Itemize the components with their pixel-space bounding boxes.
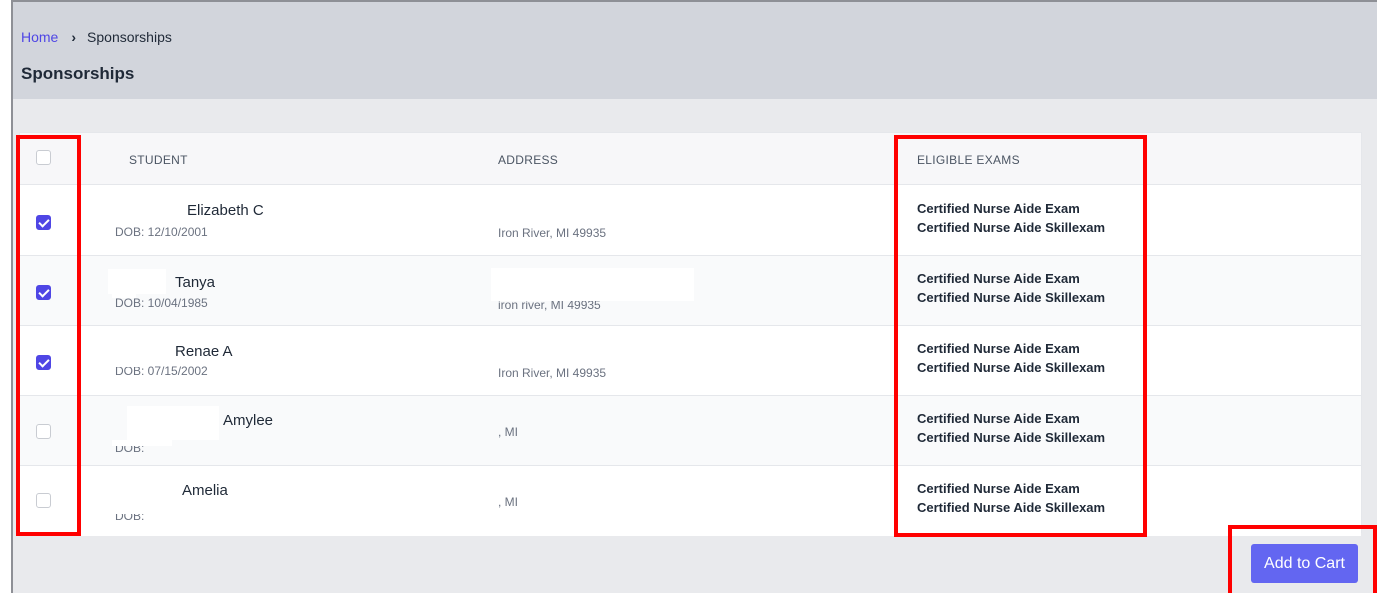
student-dob: DOB: 10/04/1985 bbox=[115, 296, 208, 310]
page-title: Sponsorships bbox=[21, 64, 135, 83]
redaction-overlay bbox=[112, 218, 146, 227]
redaction-overlay bbox=[495, 359, 645, 367]
column-header-address: ADDRESS bbox=[498, 153, 559, 167]
column-header-student: STUDENT bbox=[129, 153, 188, 167]
student-name: Renae A bbox=[175, 343, 233, 360]
student-address: Iron River, MI 49935 bbox=[498, 366, 607, 380]
table-row[interactable]: Renae A DOB: 07/15/2002 Iron River, MI 4… bbox=[20, 326, 1361, 396]
eligible-exam: Certified Nurse Aide Exam bbox=[917, 411, 1080, 426]
student-address: , MI bbox=[498, 425, 518, 439]
breadcrumb-home-link[interactable]: Home bbox=[21, 29, 58, 45]
eligible-exam: Certified Nurse Aide Skillexam bbox=[917, 220, 1106, 235]
breadcrumb: Home › Sponsorships bbox=[21, 29, 172, 45]
redaction-overlay bbox=[495, 219, 645, 226]
eligible-exam: Certified Nurse Aide Exam bbox=[917, 341, 1080, 356]
eligible-exam: Certified Nurse Aide Skillexam bbox=[917, 360, 1106, 375]
row-checkbox[interactable] bbox=[36, 215, 51, 230]
redaction-overlay bbox=[127, 406, 219, 440]
student-name: Elizabeth C bbox=[187, 202, 264, 219]
redaction-overlay bbox=[112, 440, 172, 446]
student-name: Amelia bbox=[182, 482, 228, 499]
row-checkbox[interactable] bbox=[36, 424, 51, 439]
column-header-eligible-exams: ELIGIBLE EXAMS bbox=[917, 153, 1020, 167]
page-header: Home › Sponsorships Sponsorships bbox=[13, 2, 1377, 99]
chevron-right-icon: › bbox=[71, 29, 77, 45]
row-checkbox[interactable] bbox=[36, 493, 51, 508]
table-row[interactable]: Amylee DOB: , MI Certified Nurse Aide Ex… bbox=[20, 396, 1361, 466]
select-all-checkbox[interactable] bbox=[36, 150, 51, 165]
table-row[interactable]: Amelia DOB: , MI Certified Nurse Aide Ex… bbox=[20, 466, 1361, 536]
student-name: Tanya bbox=[175, 274, 216, 291]
sponsorships-table: STUDENT ADDRESS ELIGIBLE EXAMS Elizabeth… bbox=[19, 132, 1362, 536]
redaction-overlay bbox=[112, 289, 136, 298]
eligible-exam: Certified Nurse Aide Exam bbox=[917, 271, 1080, 286]
eligible-exam: Certified Nurse Aide Exam bbox=[917, 201, 1080, 216]
redaction-overlay bbox=[112, 358, 146, 367]
eligible-exam: Certified Nurse Aide Skillexam bbox=[917, 430, 1106, 445]
eligible-exam: Certified Nurse Aide Skillexam bbox=[917, 290, 1106, 305]
redaction-overlay bbox=[112, 508, 172, 514]
student-address: , MI bbox=[498, 495, 518, 509]
student-address: Iron River, MI 49935 bbox=[498, 226, 607, 240]
breadcrumb-current: Sponsorships bbox=[87, 29, 172, 45]
redaction-overlay bbox=[491, 268, 694, 301]
student-dob: DOB: 12/10/2001 bbox=[115, 225, 208, 239]
window-top-border bbox=[0, 0, 1377, 2]
window-left-border bbox=[0, 0, 13, 593]
eligible-exam: Certified Nurse Aide Exam bbox=[917, 481, 1080, 496]
eligible-exam: Certified Nurse Aide Skillexam bbox=[917, 500, 1106, 515]
table-row[interactable]: Tanya DOB: 10/04/1985 iron river, MI 499… bbox=[20, 256, 1361, 326]
table-header: STUDENT ADDRESS ELIGIBLE EXAMS bbox=[20, 133, 1361, 185]
table-row[interactable]: Elizabeth C DOB: 12/10/2001 Iron River, … bbox=[20, 186, 1361, 256]
student-name: Amylee bbox=[223, 412, 274, 429]
row-checkbox[interactable] bbox=[36, 285, 51, 300]
add-to-cart-button[interactable]: Add to Cart bbox=[1251, 544, 1358, 583]
row-checkbox[interactable] bbox=[36, 355, 51, 370]
